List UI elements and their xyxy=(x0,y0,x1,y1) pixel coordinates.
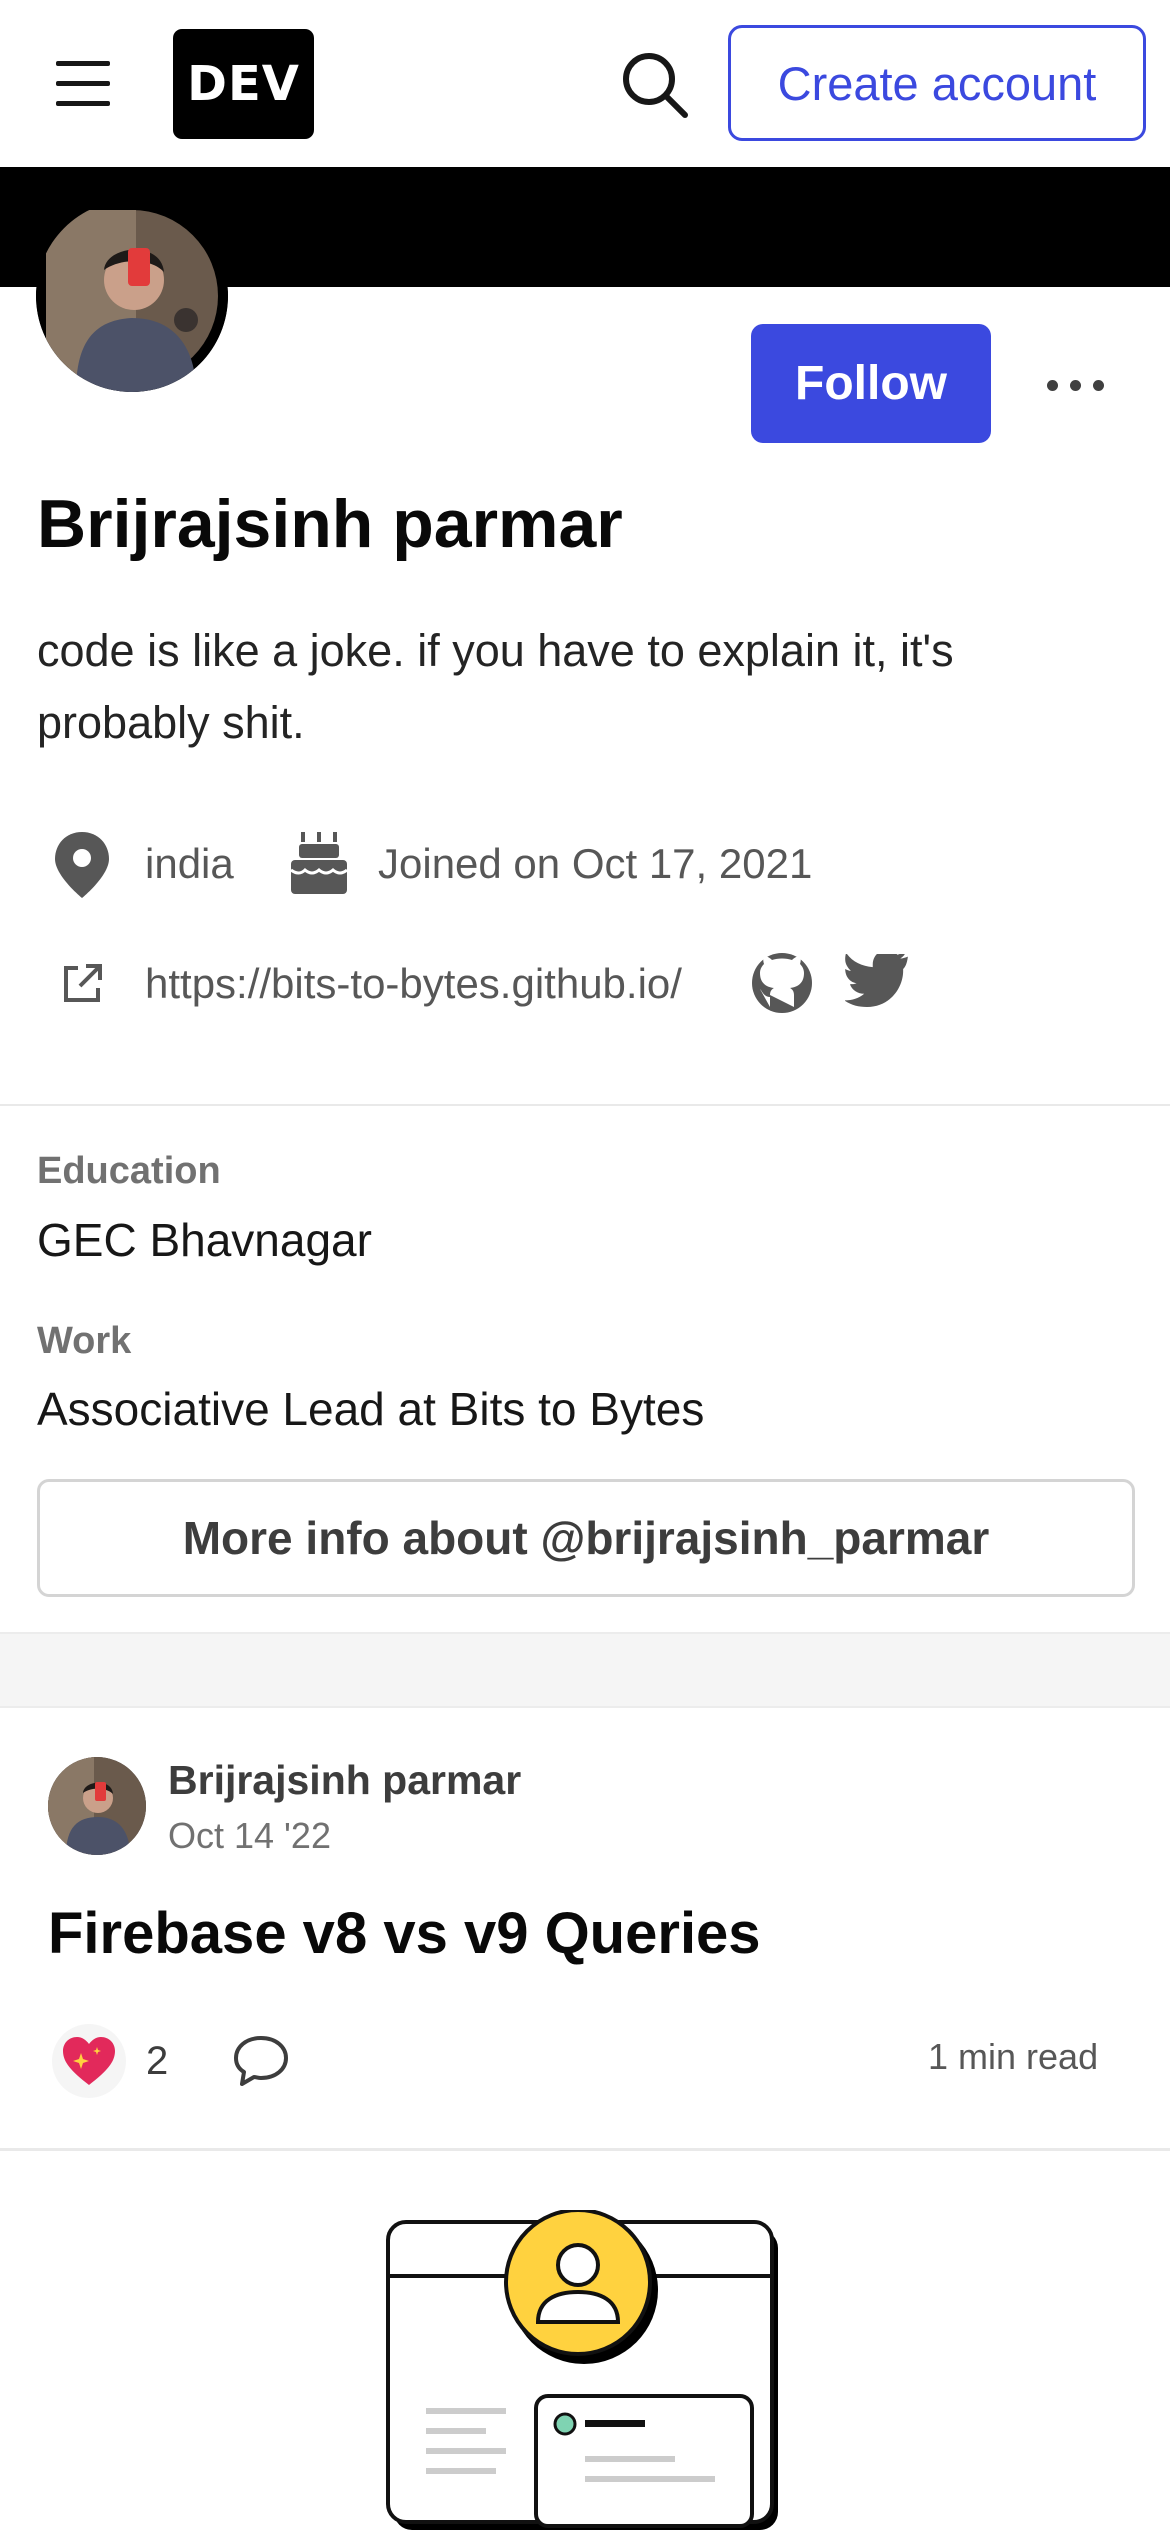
location-pin-icon xyxy=(52,830,112,900)
section-separator xyxy=(0,1632,1170,1708)
external-link-icon xyxy=(60,962,104,1006)
joined-date: Joined on Oct 17, 2021 xyxy=(378,840,813,887)
post-date[interactable]: Oct 14 '22 xyxy=(168,1815,331,1857)
more-info-button[interactable]: More info about @brijrajsinh_parmar xyxy=(37,1479,1135,1597)
education-label: Education xyxy=(37,1150,221,1192)
post-author-name[interactable]: Brijrajsinh parmar xyxy=(168,1757,521,1804)
read-time: 1 min read xyxy=(928,2036,1099,2077)
section-divider xyxy=(0,1104,1170,1106)
follow-button[interactable]: Follow xyxy=(751,324,991,443)
post-title[interactable]: Firebase v8 vs v9 Queries xyxy=(48,1900,761,1967)
more-horizontal-icon[interactable] xyxy=(1040,350,1110,420)
twitter-icon[interactable] xyxy=(844,950,909,1010)
profile-card-illustration xyxy=(380,2208,800,2532)
reaction-count: 2 xyxy=(146,2038,169,2083)
comment-icon[interactable] xyxy=(228,2028,294,2094)
work-label: Work xyxy=(37,1320,132,1362)
education-value: GEC Bhavnagar xyxy=(37,1214,372,1266)
reactions-button[interactable]: 2 xyxy=(52,2020,182,2102)
logo-text: DEV xyxy=(187,56,300,112)
section-divider xyxy=(0,2148,1170,2151)
location-text: india xyxy=(145,840,234,887)
profile-name: Brijrajsinh parmar xyxy=(37,486,623,562)
post-author-avatar[interactable] xyxy=(48,1757,146,1855)
search-icon[interactable] xyxy=(618,48,692,122)
cake-icon xyxy=(287,830,351,896)
website-link[interactable]: https://bits-to-bytes.github.io/ xyxy=(145,960,682,1008)
github-icon[interactable] xyxy=(750,951,814,1015)
dev-logo[interactable]: DEV xyxy=(173,29,314,139)
create-account-button[interactable]: Create account xyxy=(728,25,1146,141)
work-value: Associative Lead at Bits to Bytes xyxy=(37,1383,705,1435)
profile-avatar xyxy=(36,200,228,392)
hamburger-menu-button[interactable] xyxy=(50,55,116,111)
profile-bio: code is like a joke. if you have to expl… xyxy=(37,625,954,748)
sparkle-heart-icon xyxy=(52,2024,126,2098)
